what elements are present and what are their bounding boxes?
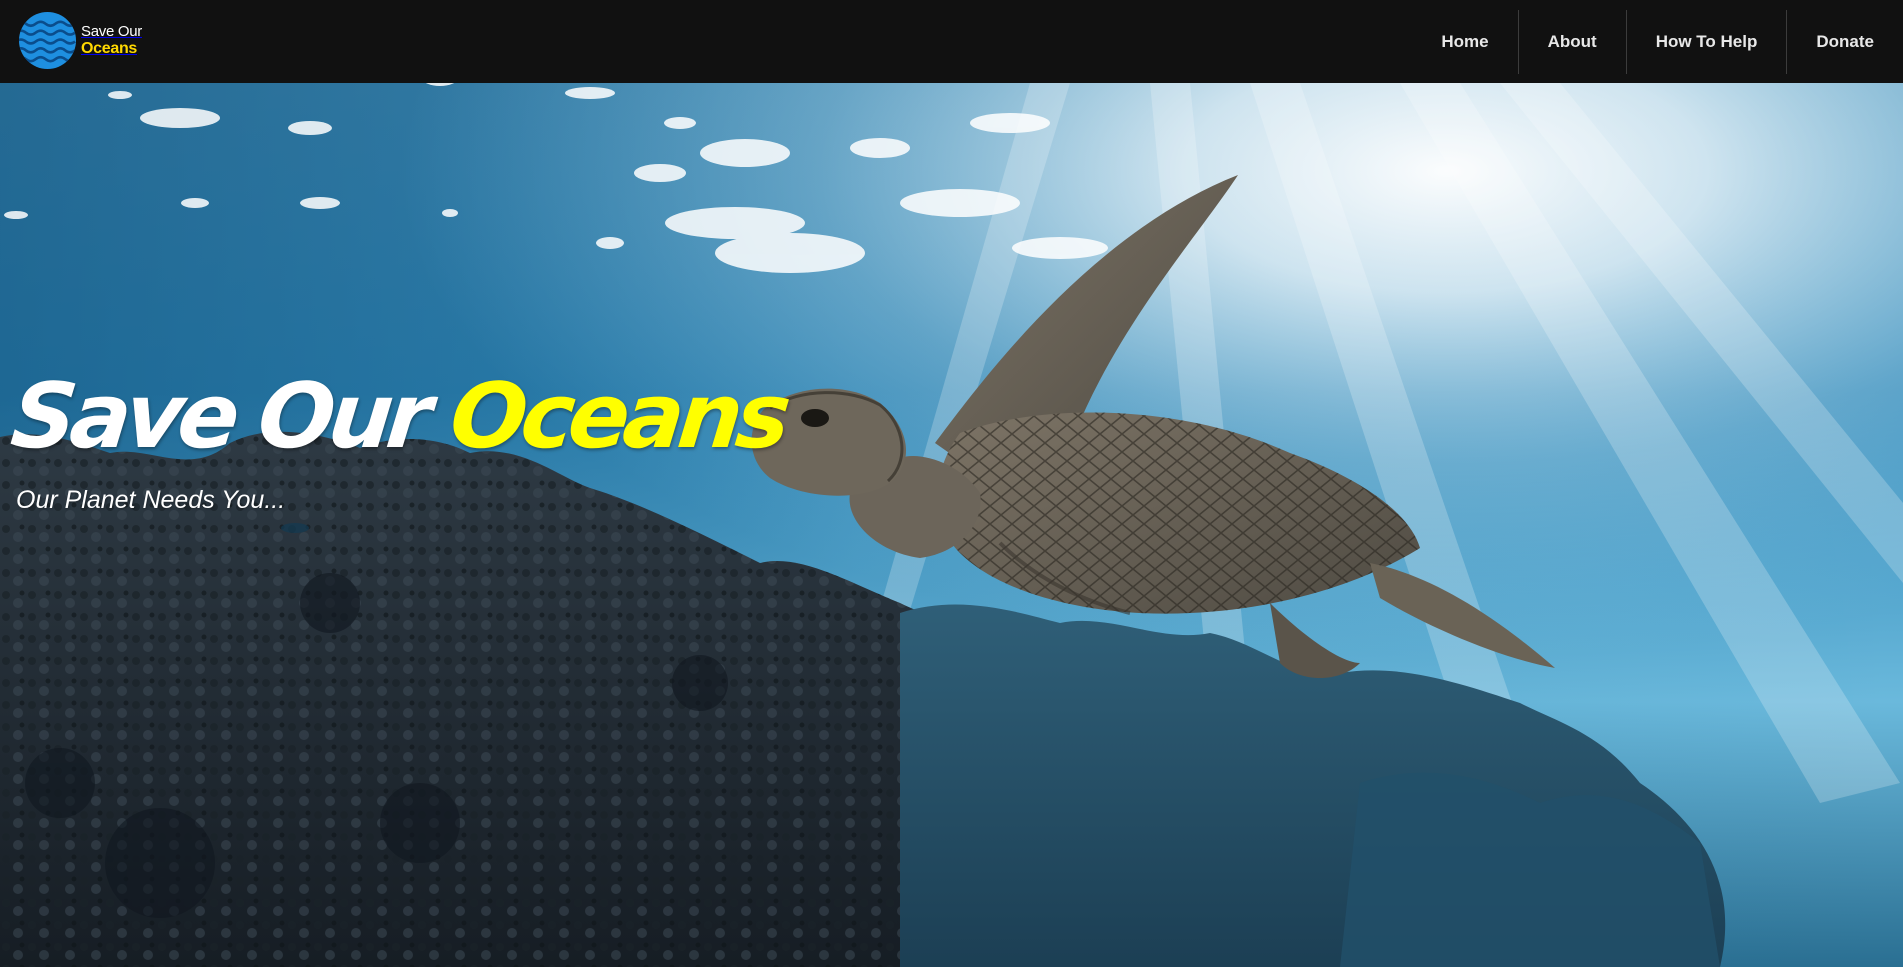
- hero-title-part1: Save Our: [6, 364, 432, 469]
- nav-about-link[interactable]: About: [1519, 0, 1626, 83]
- nav-donate-link[interactable]: Donate: [1787, 0, 1903, 83]
- hero-subtitle: Our Planet Needs You...: [16, 486, 286, 514]
- hero-section: Save Our Oceans Our Planet Needs You...: [0, 83, 1903, 967]
- logo-text: Save Our Oceans: [81, 23, 142, 57]
- nav-home-link[interactable]: Home: [1412, 0, 1517, 83]
- site-logo[interactable]: Save Our Oceans: [18, 9, 142, 71]
- logo-line2: Oceans: [81, 40, 138, 57]
- logo-line1: Save Our: [81, 23, 142, 40]
- hero-title-part2: Oceans: [445, 364, 790, 469]
- hero-title: Save Our Oceans: [6, 362, 790, 472]
- wave-globe-icon: [18, 11, 77, 69]
- top-navbar: Save Our Oceans Home About How To Help D…: [0, 0, 1903, 83]
- nav-how-to-help-link[interactable]: How To Help: [1627, 0, 1787, 83]
- main-nav: Home About How To Help Donate: [1412, 0, 1903, 83]
- hero-background-image: [0, 83, 1903, 967]
